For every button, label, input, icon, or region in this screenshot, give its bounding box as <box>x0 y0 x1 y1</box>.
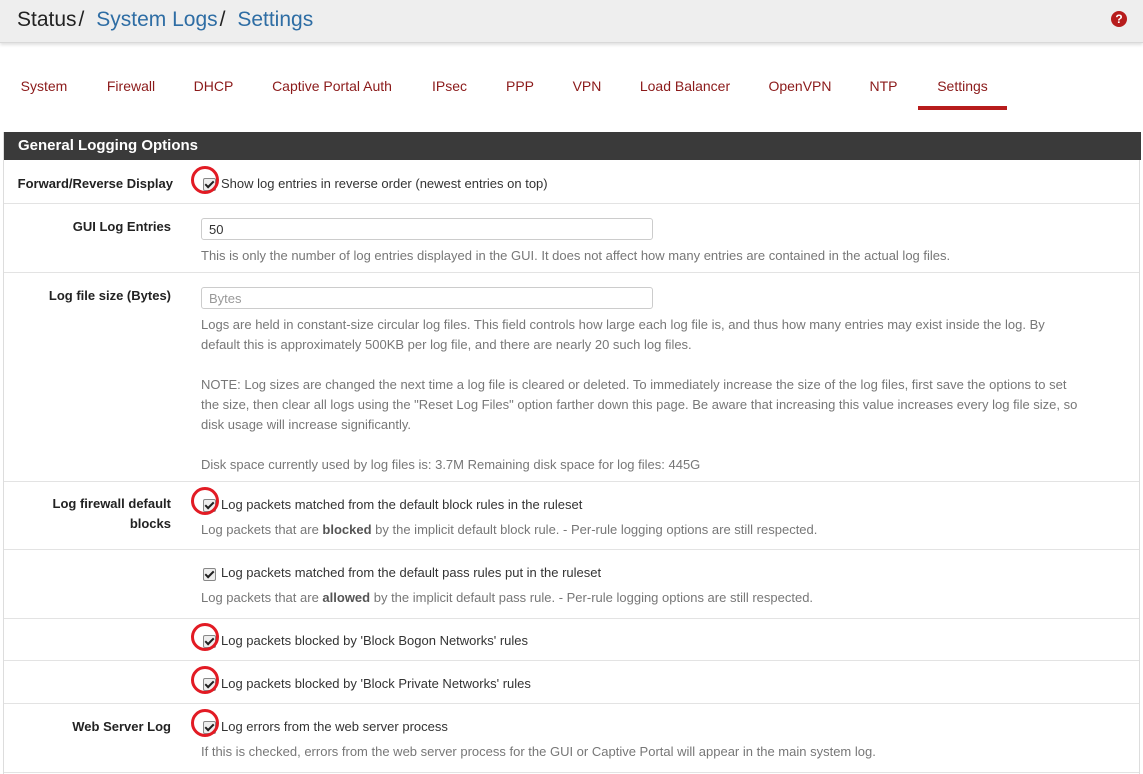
log-tabs: System Firewall DHCP Captive Portal Auth… <box>0 66 1143 114</box>
log-bogon-row: Log packets blocked by 'Block Bogon Netw… <box>4 619 1139 661</box>
help-text: by the implicit default block rule. - Pe… <box>371 522 818 537</box>
tab-captive-portal-auth[interactable]: Captive Portal Auth <box>260 66 404 106</box>
annotation-circle <box>191 709 219 737</box>
log-bogon-checkbox-label: Log packets blocked by 'Block Bogon Netw… <box>221 633 529 648</box>
log-file-size-note-line: the size, then clear all logs using the … <box>201 397 1078 412</box>
breadcrumb: Status/ System Logs/ Settings <box>17 6 313 34</box>
log-private-row: Log packets blocked by 'Block Private Ne… <box>4 661 1139 704</box>
breadcrumb-separator: / <box>78 8 85 31</box>
web-server-log-label: Web Server Log <box>72 719 171 734</box>
log-default-blocks-label-line: blocks <box>129 516 171 531</box>
annotation-circle <box>191 623 219 651</box>
web-server-log-help: If this is checked, errors from the web … <box>201 744 876 759</box>
gui-log-entries-input[interactable]: 50 <box>201 218 653 240</box>
tab-ipsec[interactable]: IPsec <box>419 66 480 106</box>
annotation-circle <box>191 166 219 194</box>
log-file-size-label: Log file size (Bytes) <box>48 288 171 303</box>
breadcrumb-status: Status <box>17 8 77 31</box>
web-server-log-row: Web Server Log Log errors from the web s… <box>4 704 1139 773</box>
forward-reverse-row: Forward/Reverse Display Show log entries… <box>4 160 1139 204</box>
log-default-block-help: Log packets that are blocked by the impl… <box>201 520 817 540</box>
log-file-size-input[interactable]: Bytes <box>201 287 653 309</box>
log-default-pass-row: Log packets matched from the default pas… <box>4 550 1139 619</box>
panel-title: General Logging Options <box>4 132 1141 160</box>
disk-usage-text: Disk space currently used by log files i… <box>201 457 701 472</box>
tab-settings[interactable]: Settings <box>918 66 1007 110</box>
tab-firewall[interactable]: Firewall <box>95 66 167 106</box>
annotation-circle <box>191 487 219 515</box>
tab-ppp[interactable]: PPP <box>494 66 546 106</box>
log-default-blocks-row: Log firewall default blocks Log packets … <box>4 482 1139 550</box>
breadcrumb-settings-link[interactable]: Settings <box>237 8 313 31</box>
log-file-size-help-line: default this is approximately 500KB per … <box>201 337 692 352</box>
breadcrumb-bar: Status/ System Logs/ Settings ? <box>0 0 1143 43</box>
help-emphasis: blocked <box>322 522 372 537</box>
help-text: Log packets that are <box>201 522 323 537</box>
help-emphasis: allowed <box>322 590 371 605</box>
reverse-order-checkbox-label: Show log entries in reverse order (newes… <box>221 176 548 191</box>
annotation-circle <box>191 666 219 694</box>
log-default-block-checkbox-label: Log packets matched from the default blo… <box>221 497 583 512</box>
log-file-size-help-line: Logs are held in constant-size circular … <box>201 317 1045 332</box>
gui-log-entries-label: GUI Log Entries <box>72 219 171 234</box>
help-text: by the implicit default pass rule. - Per… <box>370 590 814 605</box>
forward-reverse-label: Forward/Reverse Display <box>17 176 173 191</box>
breadcrumb-separator: / <box>219 8 226 31</box>
tab-system[interactable]: System <box>7 66 81 106</box>
log-file-size-note-line: disk usage will increase significantly. <box>201 417 412 432</box>
log-default-blocks-label: Log firewall default blocks <box>1 494 171 534</box>
tab-load-balancer[interactable]: Load Balancer <box>628 66 742 106</box>
general-logging-panel: General Logging Options Forward/Reverse … <box>3 132 1141 774</box>
breadcrumb-system-logs-link[interactable]: System Logs <box>96 8 217 31</box>
log-default-pass-checkbox[interactable] <box>203 568 216 581</box>
gui-log-entries-row: GUI Log Entries 50 This is only the numb… <box>4 204 1139 273</box>
tab-ntp[interactable]: NTP <box>857 66 910 106</box>
log-private-checkbox-label: Log packets blocked by 'Block Private Ne… <box>221 676 531 691</box>
web-server-log-checkbox-label: Log errors from the web server process <box>221 719 448 734</box>
gui-log-entries-help: This is only the number of log entries d… <box>201 248 951 263</box>
log-default-pass-checkbox-label: Log packets matched from the default pas… <box>221 565 602 580</box>
tab-vpn[interactable]: VPN <box>561 66 613 106</box>
help-text: Log packets that are <box>201 590 323 605</box>
log-file-size-note-line: NOTE: Log sizes are changed the next tim… <box>201 377 1067 392</box>
tab-dhcp[interactable]: DHCP <box>182 66 245 106</box>
log-default-blocks-label-line: Log firewall default <box>52 496 171 511</box>
tab-openvpn[interactable]: OpenVPN <box>757 66 843 106</box>
question-circle-icon[interactable]: ? <box>1111 11 1127 27</box>
log-default-pass-help: Log packets that are allowed by the impl… <box>201 588 813 608</box>
log-file-size-row: Log file size (Bytes) Bytes Logs are hel… <box>4 273 1139 482</box>
